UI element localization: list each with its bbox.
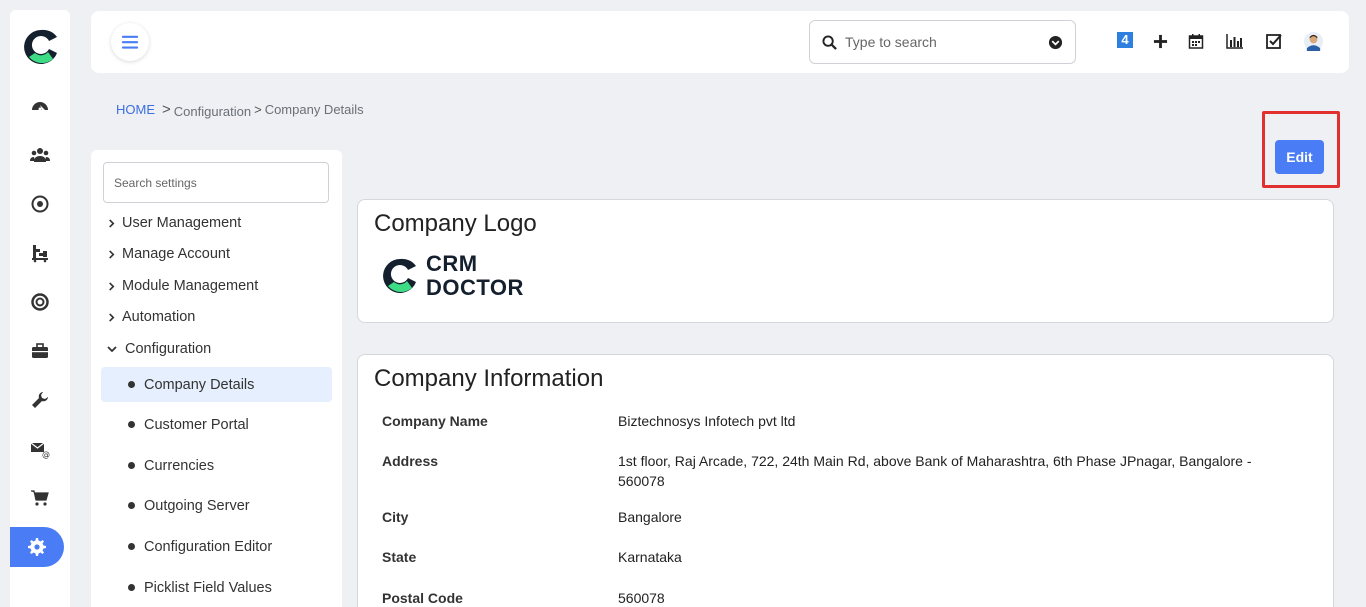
card-title: Company Information	[374, 365, 604, 392]
sub-item-customer-portal[interactable]: Customer Portal	[101, 407, 332, 442]
tree-item-label: Automation	[122, 309, 196, 325]
app-logo-icon[interactable]	[21, 27, 61, 67]
target-icon[interactable]	[10, 184, 70, 224]
settings-search-input[interactable]	[103, 162, 329, 203]
wrench-icon[interactable]	[10, 380, 70, 420]
crm-doctor-logo-icon	[383, 258, 416, 293]
edit-button[interactable]: Edit	[1275, 140, 1324, 174]
left-nav-rail: @	[10, 10, 70, 607]
info-value-postal-code: 560078	[618, 590, 665, 606]
sub-item-label: Customer Portal	[144, 416, 249, 433]
sub-item-label: Company Details	[144, 376, 255, 393]
logo-wordmark: CRM DOCTOR	[426, 252, 524, 300]
dashboard-icon[interactable]	[10, 86, 70, 126]
search-input[interactable]	[845, 34, 1048, 50]
chevron-right-icon	[105, 281, 117, 291]
breadcrumb: HOME > Configuration > Company Details	[116, 101, 364, 119]
breadcrumb-configuration-link[interactable]: Configuration	[174, 104, 251, 119]
tree-item-module-management[interactable]: Module Management	[105, 274, 258, 298]
company-logo-card: Company Logo CRM DOCTOR	[357, 199, 1334, 323]
sub-item-configuration-editor[interactable]: Configuration Editor	[101, 529, 332, 564]
sub-item-currencies[interactable]: Currencies	[101, 448, 332, 483]
notification-count: 4	[1117, 32, 1133, 48]
calendar-icon[interactable]	[1186, 31, 1206, 51]
settings-gear-icon[interactable]	[10, 527, 64, 567]
global-search[interactable]	[809, 20, 1076, 64]
chevron-down-icon[interactable]	[1048, 35, 1063, 50]
info-label-state: State	[382, 549, 417, 565]
user-avatar-icon[interactable]	[1303, 31, 1323, 51]
sub-item-picklist-field-values[interactable]: Picklist Field Values	[101, 570, 332, 605]
sub-item-label: Configuration Editor	[144, 538, 273, 555]
info-value-city: Bangalore	[618, 509, 682, 525]
bullet	[128, 421, 135, 428]
tree-item-user-management[interactable]: User Management	[105, 211, 241, 235]
hamburger-icon	[121, 35, 139, 49]
info-label-address: Address	[382, 453, 439, 469]
breadcrumb-home-link[interactable]: HOME	[116, 102, 155, 117]
tree-item-label: Manage Account	[122, 246, 231, 262]
logo-line-1: CRM	[426, 251, 478, 276]
sub-item-label: Picklist Field Values	[144, 579, 272, 596]
logo-line-2: DOCTOR	[426, 275, 524, 300]
tree-item-label: Module Management	[122, 278, 259, 294]
support-icon[interactable]	[10, 282, 70, 322]
tasks-checkbox-icon[interactable]	[1264, 31, 1284, 51]
breadcrumb-current: Company Details	[264, 102, 364, 117]
users-icon[interactable]	[10, 135, 70, 175]
top-header: 4	[91, 11, 1349, 73]
add-icon[interactable]	[1150, 31, 1170, 51]
search-icon	[822, 34, 837, 50]
info-label-postal-code: Postal Code	[382, 590, 463, 606]
sub-item-label: Outgoing Server	[144, 497, 250, 514]
chevron-right-icon	[105, 249, 117, 259]
company-logo: CRM DOCTOR	[380, 252, 524, 300]
cart-icon[interactable]	[10, 478, 70, 518]
tree-item-manage-account[interactable]: Manage Account	[105, 242, 230, 266]
info-value-company-name: Biztechnosys Infotech pvt ltd	[618, 413, 796, 429]
notifications-badge[interactable]: 4	[1115, 30, 1135, 50]
bullet	[128, 502, 135, 509]
svg-text:@: @	[42, 450, 50, 459]
sub-item-outgoing-server[interactable]: Outgoing Server	[101, 488, 332, 523]
chevron-right-icon	[105, 312, 117, 322]
briefcase-icon[interactable]	[10, 331, 70, 371]
breadcrumb-separator: >	[162, 101, 171, 118]
email-icon[interactable]: @	[10, 429, 70, 469]
sub-item-company-details[interactable]: Company Details	[101, 367, 332, 402]
bullet	[128, 543, 135, 550]
info-label-company-name: Company Name	[382, 413, 488, 429]
hamburger-menu-button[interactable]	[111, 23, 149, 61]
info-value-state: Karnataka	[618, 549, 682, 565]
breadcrumb-separator: >	[254, 102, 262, 117]
card-title: Company Logo	[374, 210, 537, 237]
tree-item-configuration[interactable]: Configuration	[105, 337, 211, 361]
bullet	[128, 584, 135, 591]
bullet	[128, 381, 135, 388]
settings-sidebar: User Management Manage Account Module Ma…	[91, 150, 342, 607]
company-information-card: Company Information Company Name Biztech…	[357, 354, 1334, 607]
info-label-city: City	[382, 509, 409, 525]
chevron-down-icon	[105, 344, 119, 354]
bullet	[128, 462, 135, 469]
info-value-address: 1st floor, Raj Arcade, 722, 24th Main Rd…	[618, 453, 1252, 489]
tree-item-automation[interactable]: Automation	[105, 305, 195, 329]
sub-item-label: Currencies	[144, 457, 215, 474]
tree-item-label: Configuration	[125, 341, 212, 357]
tree-item-label: User Management	[122, 215, 242, 231]
reports-chart-icon[interactable]	[1225, 31, 1245, 51]
chevron-right-icon	[105, 218, 117, 228]
org-chart-icon[interactable]	[10, 233, 70, 273]
